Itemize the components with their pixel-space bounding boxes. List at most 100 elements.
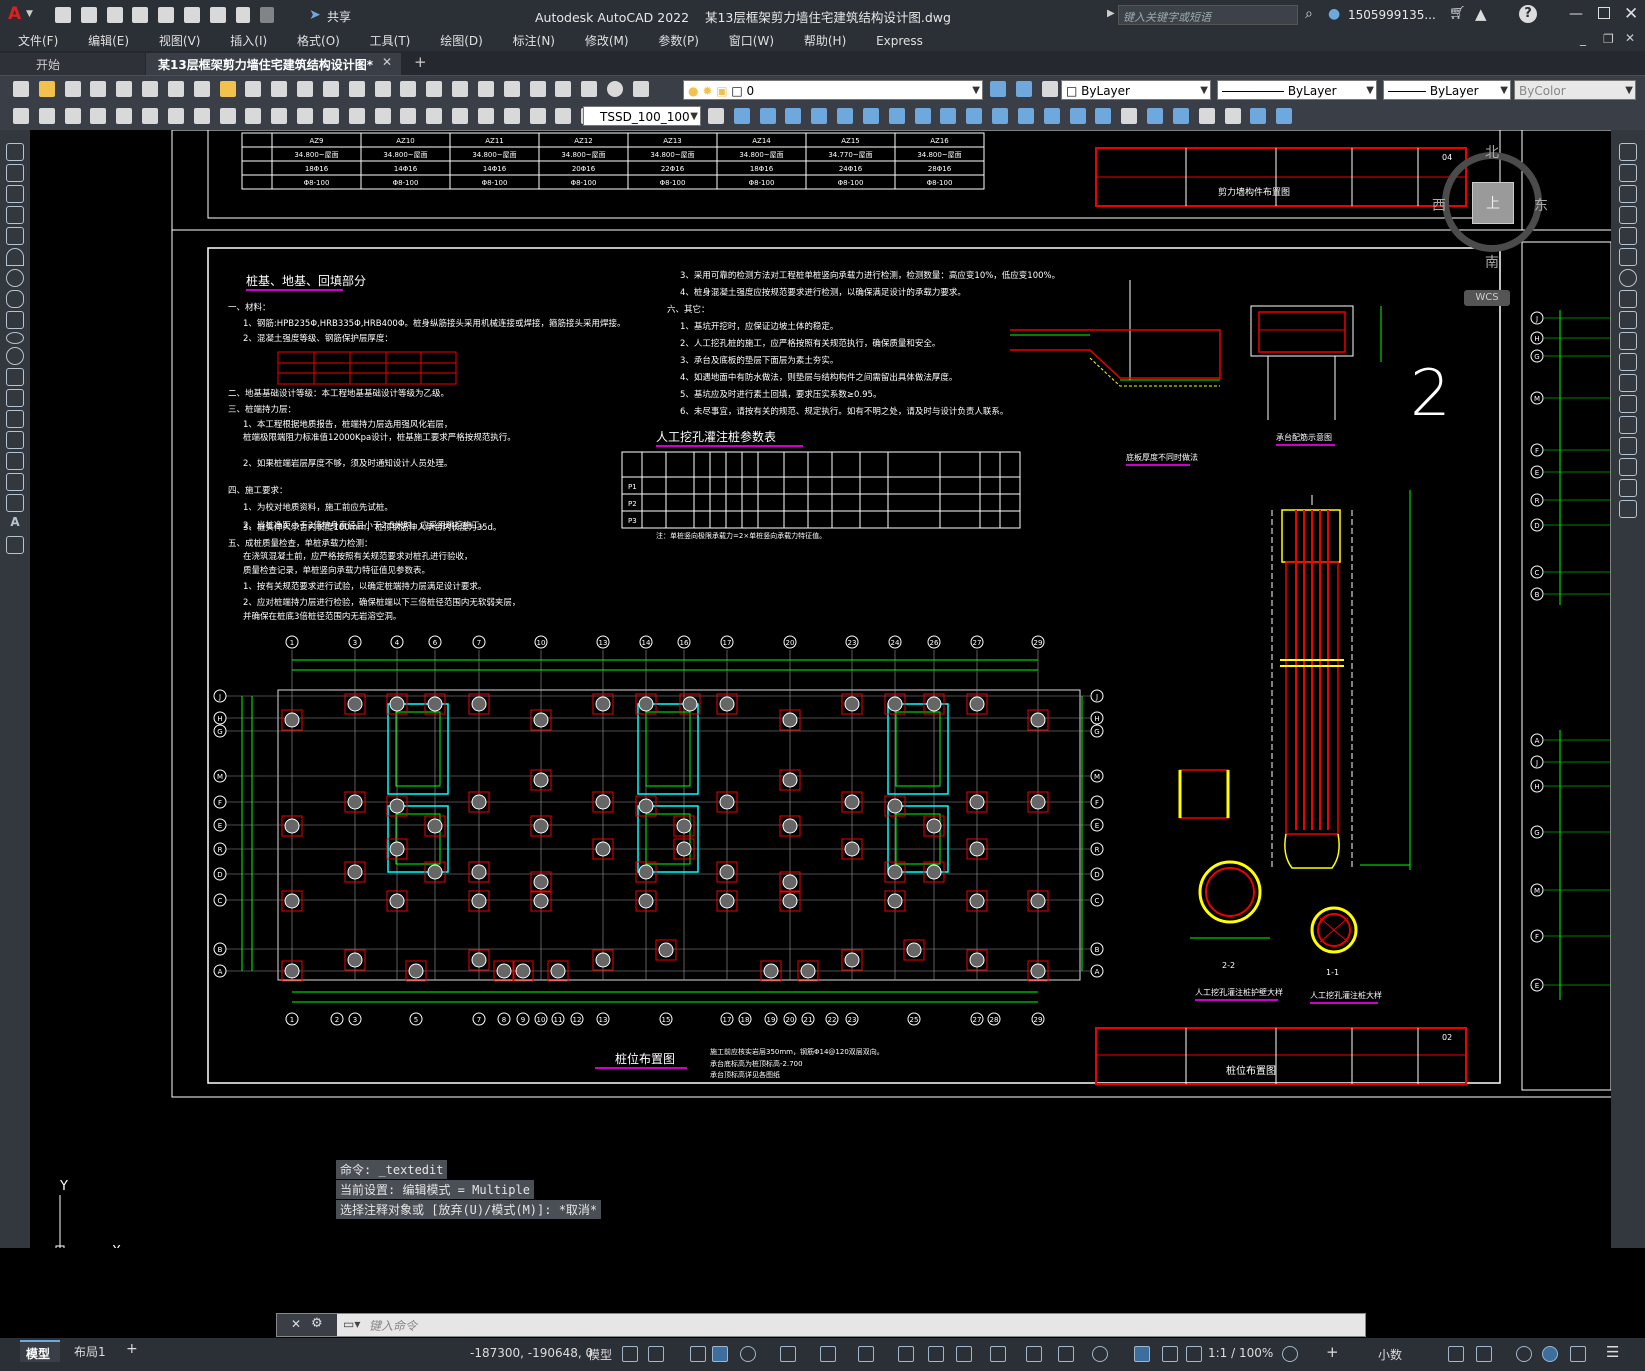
- undo-icon[interactable]: [235, 7, 250, 23]
- join-icon[interactable]: [1043, 108, 1060, 124]
- minimize-button[interactable]: —: [1569, 6, 1583, 22]
- join-icon[interactable]: [1619, 416, 1637, 434]
- erase-icon[interactable]: [733, 108, 750, 124]
- mtext-icon[interactable]: A: [6, 515, 24, 533]
- diameter-icon[interactable]: [245, 108, 262, 124]
- wrench-icon[interactable]: ⚙: [311, 1316, 323, 1331]
- dim-edit-icon[interactable]: [529, 108, 546, 124]
- draworder-4-icon[interactable]: [1224, 108, 1241, 124]
- continue-icon[interactable]: [348, 108, 365, 124]
- coordinates-readout[interactable]: -187300, -190648, 0: [470, 1346, 593, 1360]
- autoscale-icon[interactable]: [1162, 1346, 1178, 1362]
- user-icon[interactable]: ●: [1328, 6, 1340, 22]
- polygon-icon[interactable]: [6, 206, 24, 224]
- model-space-toggle[interactable]: 模型: [588, 1346, 612, 1363]
- calculator-icon[interactable]: [581, 81, 598, 97]
- paste-icon[interactable]: [219, 81, 236, 97]
- offset-icon[interactable]: [811, 108, 828, 124]
- tab-drawing[interactable]: 某13层框架剪力墙住宅建筑结构设计图* ✕: [146, 53, 401, 75]
- block-editor-icon[interactable]: [271, 81, 288, 97]
- table-icon[interactable]: [6, 494, 24, 512]
- chevron-right-icon[interactable]: ▶: [1107, 8, 1115, 19]
- angular-icon[interactable]: [271, 108, 288, 124]
- help-icon[interactable]: [607, 81, 624, 97]
- open-file-icon[interactable]: [80, 7, 97, 23]
- tab-close-icon[interactable]: ✕: [382, 55, 392, 69]
- wcs-dropdown[interactable]: WCS: [1464, 290, 1510, 306]
- menu-view[interactable]: 视图(V): [159, 32, 201, 49]
- compass-south[interactable]: 南: [1485, 252, 1499, 272]
- help-icon[interactable]: ?: [1519, 5, 1537, 23]
- transparency-icon[interactable]: [928, 1346, 944, 1362]
- pan-icon[interactable]: [348, 81, 365, 97]
- selection-cycling-icon[interactable]: [956, 1346, 972, 1362]
- scale-icon[interactable]: [1619, 290, 1637, 308]
- layout-tab-model[interactable]: 模型: [20, 1340, 60, 1362]
- selection-filter-icon[interactable]: [1058, 1346, 1074, 1362]
- menu-format[interactable]: 格式(O): [297, 32, 340, 49]
- tssd-icon[interactable]: [13, 108, 29, 124]
- menu-dimension[interactable]: 标注(N): [513, 32, 555, 49]
- doc-minimize-button[interactable]: _: [1580, 32, 1586, 46]
- command-bar-handle[interactable]: ✕ ⚙: [277, 1314, 337, 1336]
- units-value[interactable]: 小数: [1378, 1346, 1402, 1363]
- ellipse-icon[interactable]: [6, 332, 24, 344]
- dim-text-edit-icon[interactable]: [555, 108, 572, 124]
- ordinate-icon[interactable]: [167, 108, 184, 124]
- gizmo-icon[interactable]: [1092, 1346, 1108, 1362]
- point-icon[interactable]: [6, 410, 24, 428]
- scale-icon[interactable]: [914, 108, 931, 124]
- fillet-icon[interactable]: [1095, 108, 1112, 124]
- insert-block-icon[interactable]: [6, 368, 24, 386]
- dim-break-icon[interactable]: [400, 108, 417, 124]
- zoom-realtime-icon[interactable]: [374, 81, 391, 97]
- share-button[interactable]: 共享: [327, 8, 351, 25]
- polar-icon[interactable]: [780, 1346, 796, 1362]
- explode-icon[interactable]: [1121, 108, 1138, 124]
- menu-parametric[interactable]: 参数(P): [658, 32, 699, 49]
- clean-screen-icon[interactable]: [1570, 1346, 1586, 1362]
- break-icon[interactable]: [1017, 108, 1034, 124]
- menu-draw[interactable]: 绘图(D): [440, 32, 483, 49]
- textstyle-dropdown[interactable]: TSSD_100_100 ▼: [583, 106, 701, 126]
- menu-insert[interactable]: 插入(I): [230, 32, 267, 49]
- dynamic-ucs-icon[interactable]: [1026, 1346, 1042, 1362]
- construction-line-icon[interactable]: [6, 164, 24, 182]
- annotation-visibility-icon[interactable]: [1134, 1346, 1150, 1362]
- draworder-3-icon[interactable]: [1198, 108, 1215, 124]
- draworder-icon[interactable]: [1147, 108, 1164, 124]
- annotation-monitor-icon[interactable]: +: [1326, 1343, 1339, 1361]
- lineweight-icon[interactable]: [898, 1346, 914, 1362]
- doc-restore-button[interactable]: ❐: [1603, 32, 1614, 46]
- web-save-icon[interactable]: [184, 7, 201, 23]
- cart-icon[interactable]: 🛒︎: [1449, 6, 1466, 21]
- menu-edit[interactable]: 编辑(E): [88, 32, 129, 49]
- add-selected-icon[interactable]: [6, 536, 24, 554]
- array-icon[interactable]: [837, 108, 854, 124]
- compass-east[interactable]: 东: [1534, 195, 1548, 215]
- new-file-icon[interactable]: [55, 7, 71, 23]
- move-icon[interactable]: [1619, 248, 1637, 266]
- grid-icon[interactable]: [622, 1346, 638, 1362]
- quick-dim-icon[interactable]: [297, 108, 314, 124]
- jogged-icon[interactable]: [219, 108, 236, 124]
- command-prompt-icon[interactable]: ▭▾: [343, 1317, 360, 1331]
- layer-dropdown[interactable]: ● ✹ ▣ □ 0 ▼: [683, 80, 983, 100]
- save-as-icon[interactable]: [132, 7, 149, 23]
- trim-icon[interactable]: [966, 108, 983, 124]
- make-block-icon[interactable]: [6, 389, 24, 407]
- break-icon[interactable]: [1619, 395, 1637, 413]
- close-button[interactable]: ✕: [1624, 4, 1638, 24]
- tolerance-icon[interactable]: [426, 108, 443, 124]
- stretch-icon[interactable]: [940, 108, 957, 124]
- baseline-icon[interactable]: [322, 108, 339, 124]
- viewcube-top-face[interactable]: 上: [1472, 182, 1514, 224]
- share-icon[interactable]: ➤: [309, 7, 321, 23]
- search-input[interactable]: 键入关键字或短语: [1118, 5, 1298, 25]
- center-mark-icon[interactable]: [452, 108, 469, 124]
- fillet-icon[interactable]: [1619, 458, 1637, 476]
- line-icon[interactable]: [6, 143, 24, 161]
- annotation-scale-icon[interactable]: [1186, 1346, 1202, 1362]
- menu-file[interactable]: 文件(F): [18, 32, 58, 49]
- hatch-icon[interactable]: [6, 431, 24, 449]
